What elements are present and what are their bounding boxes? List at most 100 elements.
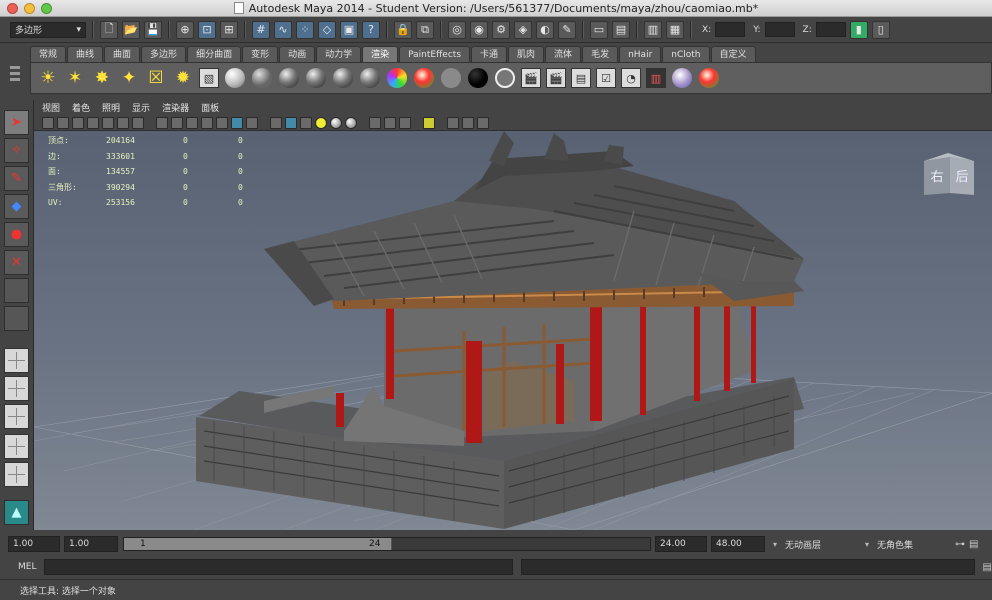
phong-e-shader-icon[interactable]: [359, 67, 381, 89]
use-lights-icon[interactable]: [216, 116, 228, 129]
blinn-shader-icon[interactable]: [251, 67, 273, 89]
directional-light-icon[interactable]: ✶: [64, 67, 86, 89]
single-pane-layout-icon[interactable]: [4, 348, 29, 373]
hypershade-icon[interactable]: ◈: [514, 20, 532, 39]
hypershade-layout-icon[interactable]: [4, 462, 29, 487]
shelf-tab[interactable]: 多边形: [141, 46, 187, 62]
paint-brush-icon[interactable]: [698, 67, 720, 89]
area-light-icon[interactable]: ☒: [145, 67, 167, 89]
view-cube[interactable]: 右 后: [922, 151, 976, 197]
default-lighting-icon[interactable]: [315, 116, 327, 129]
safe-frame-icon[interactable]: [117, 116, 129, 129]
anim-layer-dropdown[interactable]: 无动画层: [781, 536, 861, 552]
image-plane-icon[interactable]: ▧: [199, 68, 219, 88]
assign-material-icon[interactable]: [671, 67, 693, 89]
use-background-icon[interactable]: [467, 67, 489, 89]
select-component-icon[interactable]: ⊞: [220, 20, 238, 39]
panel-menu-renderer[interactable]: 渲染器: [162, 101, 189, 114]
input-line-icon[interactable]: ▭: [590, 20, 608, 39]
outliner-layout-icon[interactable]: [4, 404, 29, 429]
snap-curve-icon[interactable]: ∿: [274, 20, 292, 39]
ramp-shader-icon[interactable]: [386, 67, 408, 89]
panel-menu-lighting[interactable]: 照明: [102, 101, 120, 114]
panel-menu-show[interactable]: 显示: [132, 101, 150, 114]
scale-tool-icon[interactable]: ✕: [4, 250, 29, 275]
render-current-frame-icon[interactable]: 🎬: [521, 68, 541, 88]
history-icon[interactable]: ⧉: [416, 20, 434, 39]
panel-menu-view[interactable]: 视图: [42, 101, 60, 114]
show-manipulator-icon[interactable]: [4, 306, 29, 331]
grid-icon[interactable]: [384, 116, 396, 129]
shelf-tab[interactable]: 细分曲面: [187, 46, 242, 62]
four-pane-layout-icon[interactable]: [4, 376, 29, 401]
shelf-tab[interactable]: 自定义: [710, 46, 756, 62]
textured-icon[interactable]: [201, 116, 213, 129]
shading-map-icon[interactable]: [413, 67, 435, 89]
key-icon[interactable]: ⊶: [955, 539, 965, 550]
range-slider-handle[interactable]: 1 24: [124, 538, 392, 550]
camera-attributes-icon[interactable]: [57, 116, 69, 129]
open-scene-icon[interactable]: 📂: [122, 20, 140, 39]
chevron-down-icon[interactable]: ▾: [865, 540, 869, 549]
smooth-shade-icon[interactable]: [171, 116, 183, 129]
panel-menu-shading[interactable]: 着色: [72, 101, 90, 114]
shelf-tab[interactable]: 变形: [242, 46, 279, 62]
command-language-label[interactable]: MEL: [18, 562, 36, 572]
render-settings-shelf-icon[interactable]: ☑: [596, 68, 616, 88]
snap-point-icon[interactable]: ⁘: [296, 20, 314, 39]
attribute-editor-icon[interactable]: ▥: [644, 20, 662, 39]
film-gate-icon[interactable]: [423, 116, 435, 129]
start-time-field[interactable]: 1.00: [8, 536, 60, 552]
tool-settings-icon[interactable]: ▦: [666, 20, 684, 39]
shelf-tab[interactable]: 肌肉: [508, 46, 545, 62]
move-tool-icon[interactable]: ◆: [4, 194, 29, 219]
wireframe-icon[interactable]: [156, 116, 168, 129]
render-view-icon[interactable]: ◐: [536, 20, 554, 39]
lock-icon[interactable]: 🔒: [394, 20, 412, 39]
phong-shader-icon[interactable]: [332, 67, 354, 89]
hypershade-shelf-icon[interactable]: ◔: [621, 68, 641, 88]
ipr-render-shelf-icon[interactable]: 🎬: [546, 68, 566, 88]
paint-icon[interactable]: ✎: [558, 20, 576, 39]
shelf-tab[interactable]: nCloth: [662, 46, 710, 62]
shelf-tab[interactable]: 毛发: [582, 46, 619, 62]
shelf-tab[interactable]: 动画: [279, 46, 316, 62]
last-tool-icon[interactable]: [4, 278, 29, 303]
hud-icon[interactable]: [369, 116, 381, 129]
flat-lighting-icon[interactable]: [345, 116, 357, 129]
render-settings-icon[interactable]: ⚙: [492, 20, 510, 39]
lasso-tool-icon[interactable]: ✧: [4, 138, 29, 163]
stereo-icon[interactable]: [477, 116, 489, 129]
shelf-tab-active[interactable]: 渲染: [362, 46, 399, 62]
shelf-tab[interactable]: 曲面: [104, 46, 141, 62]
shelf-tab[interactable]: PaintEffects: [399, 46, 471, 62]
resolution-gate-icon[interactable]: [132, 116, 144, 129]
gate-mask-icon[interactable]: [399, 116, 411, 129]
character-set-dropdown[interactable]: 无角色集: [873, 536, 951, 552]
camera-icon[interactable]: ▤: [612, 20, 630, 39]
shelf-menu-icon[interactable]: [10, 72, 20, 75]
image-plane-toggle-icon[interactable]: [87, 116, 99, 129]
script-editor-icon[interactable]: ▤: [983, 562, 992, 573]
command-input[interactable]: [44, 559, 514, 575]
point-light-icon[interactable]: ✸: [91, 67, 113, 89]
hair-tube-shader-icon[interactable]: [494, 67, 516, 89]
volume-light-icon[interactable]: ✹: [172, 67, 194, 89]
shelf-tab[interactable]: nHair: [619, 46, 662, 62]
anisotropic-shader-icon[interactable]: [224, 67, 246, 89]
paint-select-tool-icon[interactable]: ✎: [4, 166, 29, 191]
zoom-window-button[interactable]: [41, 3, 52, 14]
minimize-window-button[interactable]: [24, 3, 35, 14]
select-hierarchy-icon[interactable]: ⊕: [176, 20, 194, 39]
ambient-light-icon[interactable]: ☀: [37, 67, 59, 89]
layer-editor-icon[interactable]: ▯: [871, 20, 890, 39]
shelf-menu-icon[interactable]: [10, 66, 20, 69]
end-time-field[interactable]: 48.00: [711, 536, 765, 552]
playback-start-field[interactable]: 1.00: [64, 536, 118, 552]
shelf-tab[interactable]: 卡通: [471, 46, 508, 62]
xray-icon[interactable]: [285, 116, 297, 129]
select-object-icon[interactable]: ⊡: [198, 20, 216, 39]
live-surface-icon[interactable]: ▣: [340, 20, 358, 39]
bookmarks-icon[interactable]: [72, 116, 84, 129]
panel-menu-panels[interactable]: 面板: [201, 101, 219, 114]
